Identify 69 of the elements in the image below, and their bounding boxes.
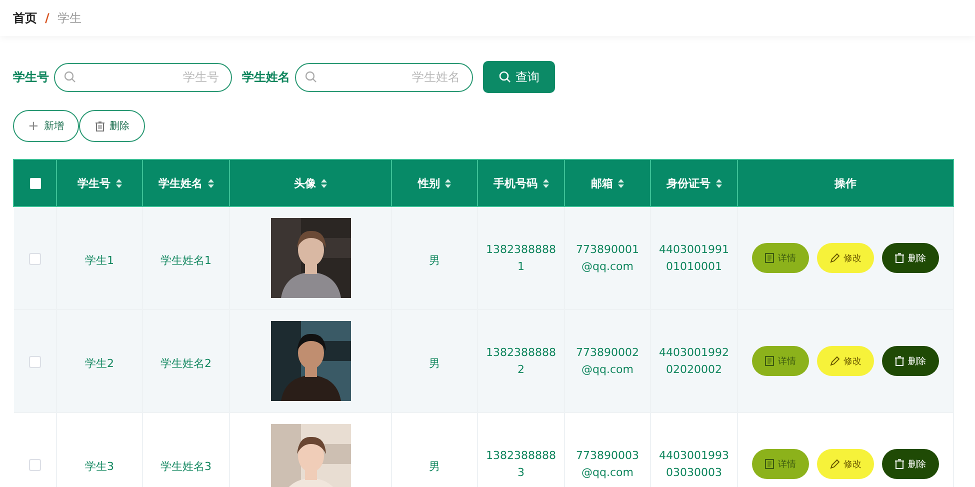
table-cell-text: 773890003@qq.com <box>576 448 639 481</box>
pencil-icon <box>830 356 840 366</box>
trash-icon <box>94 120 104 132</box>
field-label: 学生姓名 <box>242 68 290 86</box>
document-icon <box>765 356 774 366</box>
table-cell: 学生3 <box>85 460 114 472</box>
breadcrumb-separator: / <box>45 11 50 25</box>
sort-icon <box>208 178 214 188</box>
add-button[interactable]: + 新增 <box>13 110 79 142</box>
table-cell: 男 <box>429 460 440 472</box>
sort-icon <box>618 178 624 188</box>
column-header[interactable]: 性别 <box>392 160 478 206</box>
column-header[interactable]: 操作 <box>738 160 954 206</box>
table-cell: 学生姓名2 <box>160 356 212 370</box>
delete-button[interactable]: 删除 <box>882 449 939 479</box>
table-cell-text: 440300199202020002 <box>659 345 729 378</box>
column-header[interactable]: 学生号 <box>56 160 142 206</box>
trash-icon <box>895 459 904 469</box>
delete-button[interactable]: 删除 <box>882 243 939 273</box>
breadcrumb-item[interactable]: 首页 <box>13 10 37 26</box>
table-cell-text: 773890001@qq.com <box>576 242 639 275</box>
detail-button[interactable]: 详情 <box>752 243 809 273</box>
table-cell: 学生姓名1 <box>160 254 212 266</box>
table-cell: 男 <box>429 254 440 266</box>
row-checkbox[interactable] <box>28 356 41 368</box>
delete-button[interactable]: 删除 <box>79 110 145 142</box>
sort-icon <box>321 178 327 188</box>
table-cell: 学生2 <box>85 356 114 370</box>
column-header[interactable]: 身份证号 <box>650 160 738 206</box>
document-icon <box>765 253 774 263</box>
field-label: 学生号 <box>13 68 49 86</box>
document-icon <box>765 459 774 469</box>
table-cell-text: 13823888882 <box>486 345 556 378</box>
column-header[interactable]: 邮箱 <box>564 160 650 206</box>
edit-button[interactable]: 修改 <box>817 243 874 273</box>
search-field[interactable]: 学生姓名 <box>295 62 473 92</box>
search-button[interactable]: 查询 <box>483 61 555 93</box>
table-cell: 男 <box>429 356 440 370</box>
sort-icon <box>116 178 122 188</box>
sort-icon <box>542 178 548 188</box>
breadcrumb-item[interactable]: 学生 <box>57 10 82 26</box>
row-checkbox[interactable] <box>28 253 41 266</box>
table-cell-text: 440300199303030003 <box>659 448 729 481</box>
trash-icon <box>895 253 904 263</box>
table-cell: 学生姓名3 <box>160 460 212 472</box>
search-icon <box>498 71 510 83</box>
table-cell-text: 773890002@qq.com <box>576 345 639 378</box>
table-cell-text: 13823888883 <box>486 448 556 481</box>
column-header[interactable]: 学生姓名 <box>142 160 230 206</box>
sort-icon <box>716 178 722 188</box>
row-checkbox[interactable] <box>28 459 41 472</box>
select-all-checkbox[interactable] <box>30 178 40 189</box>
edit-button[interactable]: 修改 <box>817 346 874 376</box>
table-cell: 学生1 <box>85 254 114 266</box>
edit-button[interactable]: 修改 <box>817 449 874 479</box>
detail-button[interactable]: 详情 <box>752 346 809 376</box>
column-header[interactable]: 手机号码 <box>478 160 564 206</box>
search-icon <box>64 71 76 83</box>
trash-icon <box>895 356 904 366</box>
detail-button[interactable]: 详情 <box>752 449 809 479</box>
delete-button[interactable]: 删除 <box>882 346 939 376</box>
pencil-icon <box>830 253 840 263</box>
search-icon <box>305 71 317 83</box>
column-header[interactable]: 头像 <box>230 160 392 206</box>
table-cell-text: 13823888881 <box>486 242 556 275</box>
sort-icon <box>445 178 451 188</box>
pencil-icon <box>830 459 840 469</box>
search-field[interactable]: 学生号 <box>54 62 232 92</box>
table-cell-text: 440300199101010001 <box>659 242 729 275</box>
